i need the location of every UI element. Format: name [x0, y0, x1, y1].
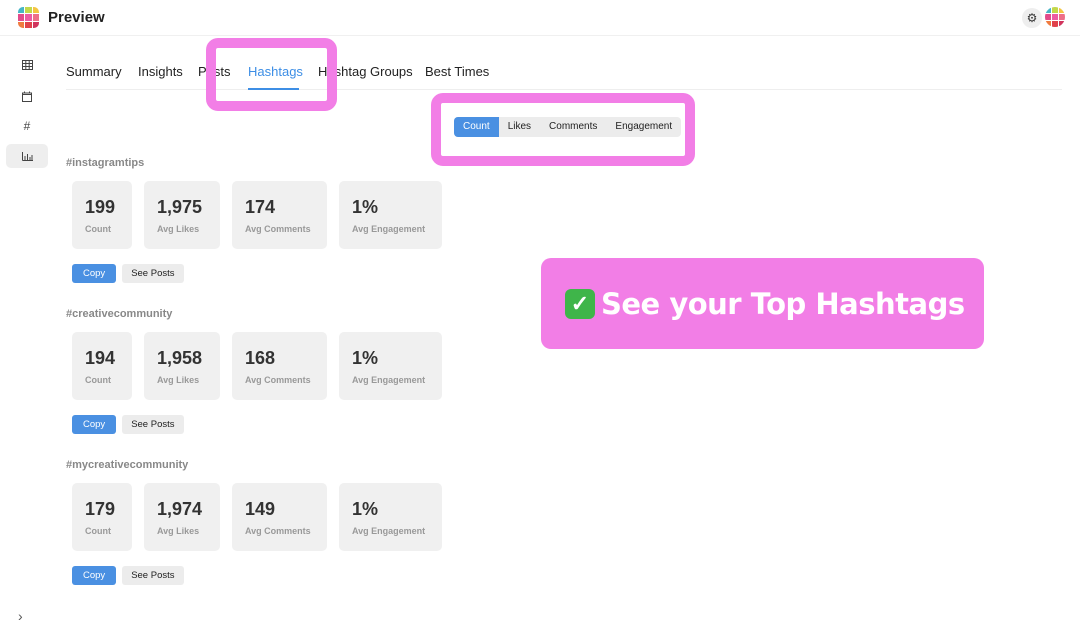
- gear-icon: ⚙: [1026, 11, 1038, 25]
- stat-label: Count: [85, 224, 111, 234]
- settings-button[interactable]: ⚙: [1022, 8, 1042, 28]
- sort-highlight-frame: [431, 93, 695, 166]
- hashtag-actions: Copy See Posts: [72, 415, 184, 434]
- logo-cell: [18, 7, 25, 14]
- stat-value: 179: [85, 499, 116, 519]
- calendar-icon: [22, 91, 32, 102]
- stat-value: 1,975: [157, 197, 203, 217]
- hashtag-actions: Copy See Posts: [72, 264, 184, 283]
- stat-value: 174: [245, 197, 276, 217]
- avatar-cell: [1052, 21, 1058, 27]
- tab-best-times[interactable]: Best Times: [425, 64, 489, 79]
- stat-label: Avg Engagement: [352, 526, 426, 536]
- stat-label: Avg Engagement: [352, 375, 426, 385]
- avatar-cell: [1052, 14, 1058, 20]
- top-bar: Preview ⚙: [0, 0, 1080, 36]
- stat-card-count: 199 Count: [72, 181, 132, 249]
- stat-card-count: 194 Count: [72, 332, 132, 400]
- logo-cell: [32, 7, 39, 14]
- stat-label: Count: [85, 526, 111, 536]
- stat-value: 1%: [352, 499, 379, 519]
- see-posts-button[interactable]: See Posts: [122, 566, 184, 585]
- app-logo: [18, 7, 39, 28]
- stat-label: Count: [85, 375, 111, 385]
- stat-label: Avg Comments: [245, 526, 311, 536]
- stat-label: Avg Likes: [157, 224, 200, 234]
- tab-summary[interactable]: Summary: [66, 64, 122, 79]
- hashtag-section: #mycreativecommunity 179 Count 1,974 Avg…: [66, 459, 466, 585]
- logo-cell: [25, 14, 32, 21]
- stat-card-avg-likes: 1,958 Avg Likes: [144, 332, 220, 400]
- stat-value: 168: [245, 348, 276, 368]
- stat-card-count: 179 Count: [72, 483, 132, 551]
- hashtag-section: #creativecommunity 194 Count 1,958 Avg L…: [66, 308, 466, 434]
- see-posts-button[interactable]: See Posts: [122, 264, 184, 283]
- callout-text: See your Top Hashtags: [601, 286, 965, 321]
- hashtag-name: #mycreativecommunity: [66, 459, 189, 471]
- stat-card-avg-engagement: 1% Avg Engagement: [339, 181, 442, 249]
- stat-card-avg-engagement: 1% Avg Engagement: [339, 483, 442, 551]
- hashtag-name: #instagramtips: [66, 157, 145, 169]
- stat-card-avg-comments: 168 Avg Comments: [232, 332, 327, 400]
- stat-label: Avg Comments: [245, 375, 311, 385]
- sidebar-expand-button[interactable]: ›: [18, 608, 23, 624]
- stat-card-avg-comments: 149 Avg Comments: [232, 483, 327, 551]
- stat-value: 1,974: [157, 499, 203, 519]
- avatar-cell: [1045, 21, 1051, 27]
- sidebar-item-calendar[interactable]: [6, 84, 48, 108]
- copy-button[interactable]: Copy: [72, 264, 117, 283]
- tab-highlight-frame: [206, 38, 337, 111]
- hashtag-section: #instagramtips 199 Count 1,975 Avg Likes…: [66, 157, 466, 283]
- stat-value: 1%: [352, 348, 379, 368]
- app-title: Preview: [48, 9, 105, 26]
- check-mark-icon: ✓: [565, 288, 595, 319]
- logo-cell: [18, 21, 25, 28]
- stat-label: Avg Likes: [157, 526, 200, 536]
- stat-card-avg-likes: 1,974 Avg Likes: [144, 483, 220, 551]
- avatar-cell: [1059, 21, 1065, 27]
- stat-value: 194: [85, 348, 116, 368]
- logo-cell: [32, 14, 39, 21]
- logo-cell: [25, 7, 32, 14]
- tab-insights[interactable]: Insights: [138, 64, 183, 79]
- logo-cell: [18, 14, 25, 21]
- stat-value: 199: [85, 197, 116, 217]
- grid-icon: [21, 60, 33, 70]
- logo-cell: [25, 21, 32, 28]
- stat-card-avg-likes: 1,975 Avg Likes: [144, 181, 220, 249]
- sidebar-item-analytics[interactable]: [6, 144, 48, 168]
- stat-label: Avg Comments: [245, 224, 311, 234]
- avatar-cell: [1059, 7, 1065, 13]
- sidebar: # ›: [0, 36, 55, 631]
- stat-label: Avg Engagement: [352, 224, 426, 234]
- stat-card-avg-engagement: 1% Avg Engagement: [339, 332, 442, 400]
- stat-label: Avg Likes: [157, 375, 200, 385]
- hashtag-name: #creativecommunity: [66, 308, 173, 320]
- copy-button[interactable]: Copy: [72, 566, 117, 585]
- avatar-cell: [1045, 14, 1051, 20]
- hashtag-actions: Copy See Posts: [72, 566, 184, 585]
- bar-chart-icon: [21, 151, 33, 161]
- avatar[interactable]: [1045, 7, 1065, 27]
- stat-value: 1,958: [157, 348, 203, 368]
- see-posts-button[interactable]: See Posts: [122, 415, 184, 434]
- stat-card-avg-comments: 174 Avg Comments: [232, 181, 327, 249]
- avatar-cell: [1059, 14, 1065, 20]
- copy-button[interactable]: Copy: [72, 415, 117, 434]
- stat-value: 149: [245, 499, 276, 519]
- logo-cell: [32, 21, 39, 28]
- stat-value: 1%: [352, 197, 379, 217]
- hashtag-icon: #: [23, 119, 31, 133]
- chevron-right-icon: ›: [18, 608, 23, 624]
- feature-callout: ✓ See your Top Hashtags: [541, 258, 984, 349]
- avatar-cell: [1045, 7, 1051, 13]
- sidebar-item-hashtag[interactable]: #: [6, 114, 48, 138]
- avatar-cell: [1052, 7, 1058, 13]
- sidebar-item-grid[interactable]: [6, 53, 48, 77]
